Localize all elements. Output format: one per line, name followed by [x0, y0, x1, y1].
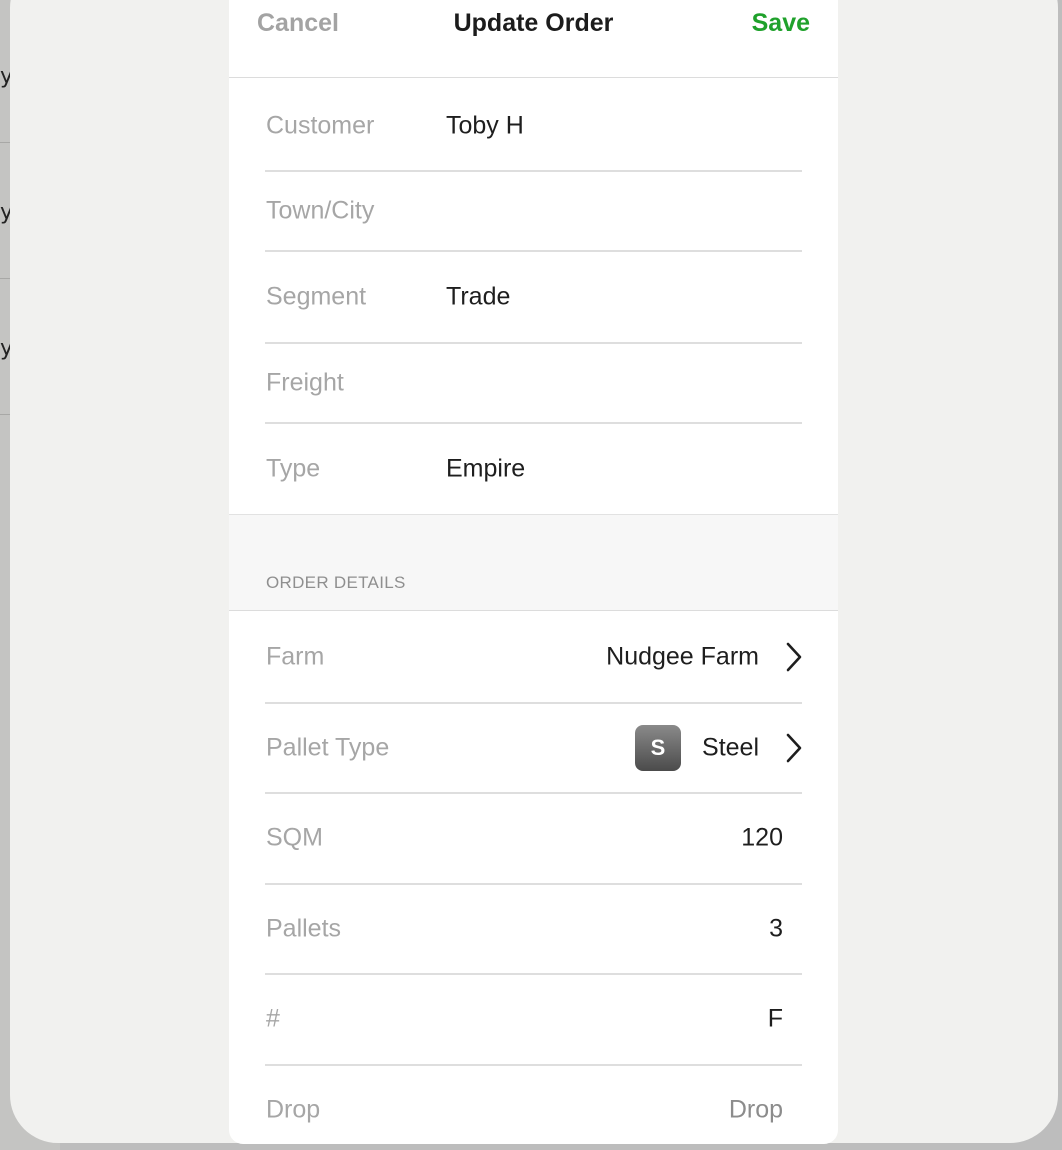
- drop-label: Drop: [266, 1095, 321, 1124]
- drop-value[interactable]: Drop: [729, 1096, 783, 1125]
- farm-row[interactable]: Farm Nudgee Farm: [265, 612, 802, 702]
- customer-value[interactable]: Toby H: [446, 112, 524, 141]
- hash-value[interactable]: F: [768, 1005, 783, 1034]
- freight-label: Freight: [266, 368, 344, 396]
- pallets-row[interactable]: Pallets 3: [265, 884, 802, 973]
- pallets-value[interactable]: 3: [769, 914, 783, 943]
- customer-row[interactable]: Customer Toby H: [265, 82, 802, 170]
- pallets-label: Pallets: [266, 914, 342, 942]
- drop-row[interactable]: Drop Drop: [265, 1065, 802, 1144]
- save-button[interactable]: Save: [752, 9, 810, 38]
- order-details-header: ORDER DETAILS: [229, 514, 838, 611]
- type-row[interactable]: Type Empire: [265, 423, 802, 514]
- segment-row[interactable]: Segment Trade: [265, 251, 802, 342]
- segment-label: Segment: [266, 282, 367, 310]
- sqm-label: SQM: [266, 823, 323, 852]
- town-city-row[interactable]: Town/City: [265, 171, 802, 251]
- customer-label: Customer: [266, 111, 375, 140]
- sqm-row[interactable]: SQM 120: [265, 793, 802, 883]
- pallet-type-badge: S: [635, 724, 681, 771]
- sqm-value[interactable]: 120: [741, 824, 783, 853]
- hash-label: #: [266, 1004, 280, 1033]
- farm-label: Farm: [266, 642, 325, 671]
- chevron-right-icon[interactable]: [786, 733, 802, 763]
- section-title: ORDER DETAILS: [266, 573, 406, 592]
- type-label: Type: [266, 454, 321, 482]
- update-order-form: Cancel Update Order Save Customer Toby H…: [229, 0, 838, 1144]
- freight-row[interactable]: Freight: [265, 343, 802, 422]
- pallet-type-label: Pallet Type: [266, 733, 390, 761]
- type-value[interactable]: Empire: [446, 454, 525, 483]
- farm-value: Nudgee Farm: [606, 642, 759, 671]
- chevron-right-icon[interactable]: [786, 642, 802, 672]
- segment-value[interactable]: Trade: [446, 282, 510, 311]
- pallet-type-value: Steel: [702, 733, 759, 761]
- page-title: Update Order: [453, 9, 614, 37]
- town-city-label: Town/City: [266, 196, 375, 225]
- pallet-type-row[interactable]: Pallet Type S Steel: [265, 703, 802, 792]
- hash-row[interactable]: # F: [265, 974, 802, 1064]
- navigation-bar: Cancel Update Order Save: [229, 0, 838, 78]
